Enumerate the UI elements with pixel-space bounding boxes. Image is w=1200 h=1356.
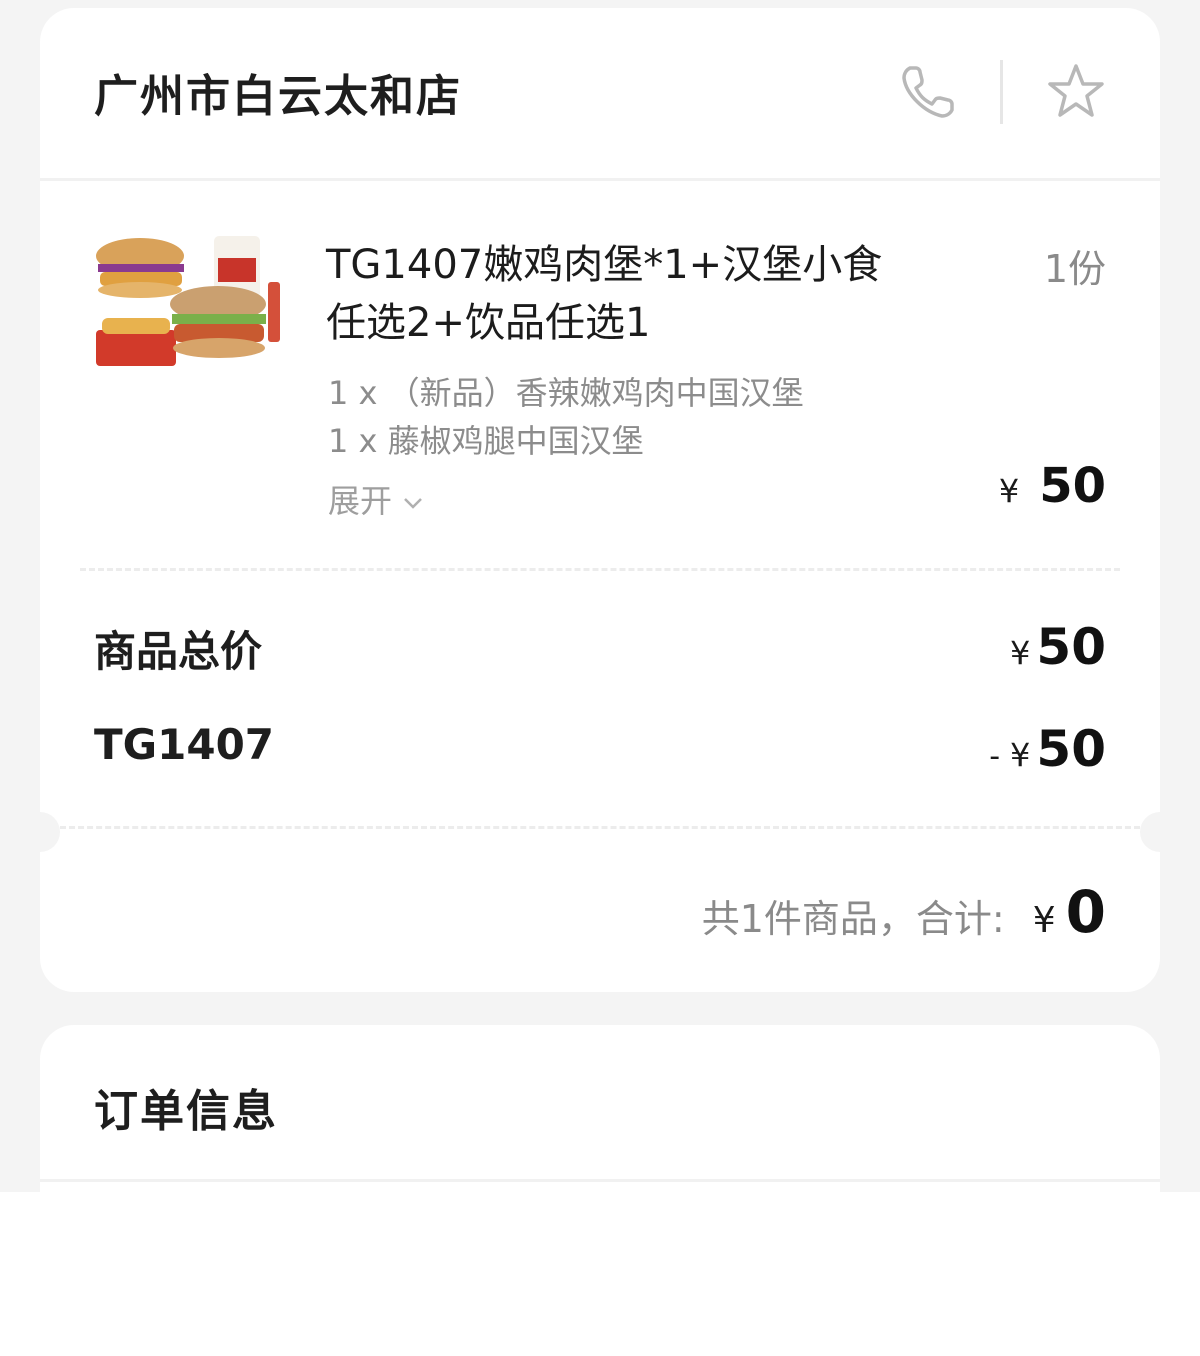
goods-total-value: ¥ 50: [1010, 618, 1106, 676]
phone-icon[interactable]: [896, 60, 960, 124]
chevron-down-icon: [402, 480, 424, 518]
sub-item: 1 x （新品）香辣嫩鸡肉中国汉堡: [328, 374, 804, 412]
order-info-separator: [40, 1179, 1160, 1182]
bottom-area: [0, 1192, 1200, 1356]
dashed-divider: [80, 568, 1120, 571]
product-title: TG1407嫩鸡肉堡*1+汉堡小食任选2+饮品任选1: [326, 242, 883, 346]
ticket-notch-left: [20, 812, 60, 852]
goods-total-row: 商品总价 ¥ 50: [94, 618, 1106, 678]
product-item[interactable]: TG1407嫩鸡肉堡*1+汉堡小食任选2+饮品任选1 1份 1 x （新品）香辣…: [40, 180, 1160, 570]
currency-symbol: ¥: [1010, 736, 1031, 774]
minus-sign: -: [989, 739, 1001, 774]
discount-amount: 50: [1036, 720, 1106, 778]
expand-button[interactable]: 展开: [328, 476, 424, 522]
order-total-row: 共1件商品，合计: ¥ 0: [702, 878, 1106, 946]
dashed-divider: [60, 826, 1140, 829]
discount-label: TG1407: [94, 720, 275, 769]
star-outline-icon[interactable]: [1044, 60, 1108, 124]
currency-symbol: ¥: [998, 472, 1020, 510]
order-card: 广州市白云太和店 TG1407嫩鸡肉堡*1+汉堡小食任选2+饮品任选1 1份 1…: [20, 8, 1180, 992]
currency-symbol: ¥: [1032, 900, 1056, 941]
header-divider: [1000, 60, 1003, 124]
order-info-title: 订单信息: [94, 1086, 278, 1137]
product-price-value: 50: [1039, 458, 1106, 514]
store-name[interactable]: 广州市白云太和店: [94, 60, 462, 124]
total-label: 共1件商品，合计:: [701, 897, 1005, 941]
store-header: 广州市白云太和店: [40, 8, 1160, 180]
product-price: ¥ 50: [999, 458, 1106, 514]
total-amount: 0: [1065, 878, 1106, 946]
ticket-notch-right: [1140, 812, 1180, 852]
discount-value: - ¥ 50: [989, 720, 1106, 778]
goods-total-label: 商品总价: [94, 627, 263, 676]
currency-symbol: ¥: [1010, 634, 1031, 672]
product-quantity: 1份: [1043, 247, 1106, 291]
discount-row: TG1407 - ¥ 50: [94, 720, 1106, 780]
product-image: [92, 234, 288, 384]
expand-label: 展开: [328, 482, 393, 520]
goods-total-amount: 50: [1036, 618, 1106, 676]
sub-item: 1 x 藤椒鸡腿中国汉堡: [328, 422, 644, 460]
